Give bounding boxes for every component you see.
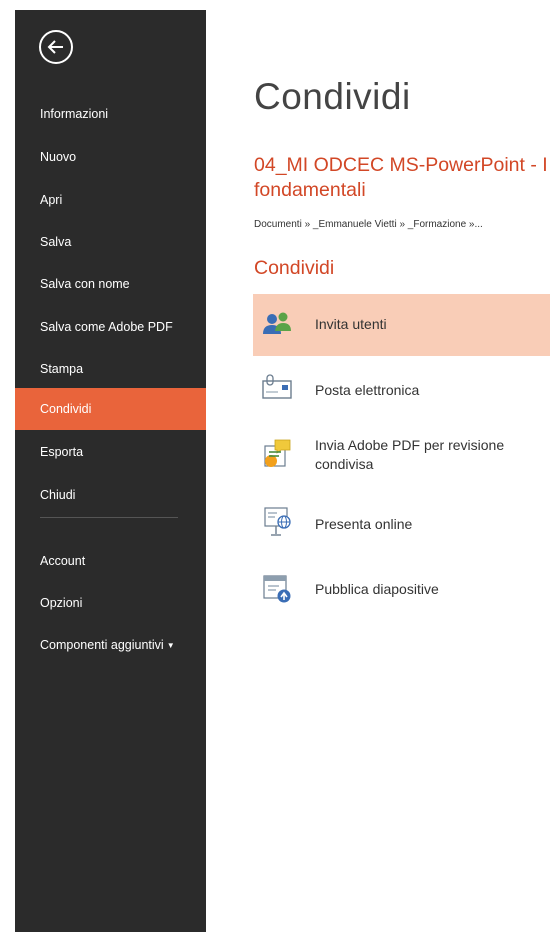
sidebar-item-salva[interactable]: Salva [15,221,206,263]
email-icon [262,374,292,399]
sidebar-item-salva-pdf[interactable]: Salva come Adobe PDF [15,306,206,348]
sidebar-item-nuovo[interactable]: Nuovo [15,136,206,178]
share-option-label: Invia Adobe PDF per revisione condivisa [315,437,505,472]
present-online-icon [264,507,291,536]
adobe-review-icon [264,439,291,467]
sidebar-item-condividi[interactable]: Condividi [15,388,206,430]
sidebar-item-informazioni[interactable]: Informazioni [15,93,206,135]
publish-slides-icon [263,575,291,603]
share-option-posta-elettronica[interactable]: Posta elettronica [253,358,550,420]
share-option-presenta-online[interactable]: Presenta online [253,492,550,554]
document-title: 04_MI ODCEC MS-PowerPoint - I fondamenta… [254,154,548,201]
sidebar-item-label: Componenti aggiuntivi [40,638,164,652]
share-option-pubblica-diapositive[interactable]: Pubblica diapositive [253,558,550,620]
share-option-label: Pubblica diapositive [315,581,439,597]
share-option-invita-utenti[interactable]: Invita utenti [253,294,550,356]
sidebar-item-apri[interactable]: Apri [15,179,206,221]
document-path[interactable]: Documenti » _Emmanuele Vietti » _Formazi… [254,219,483,230]
sidebar-divider [40,517,178,518]
caret-down-icon: ▼ [166,640,175,650]
back-arrow-icon[interactable] [39,30,73,64]
section-title: Condividi [254,257,335,279]
backstage-sidebar: Informazioni Nuovo Apri Salva Salva con … [15,10,206,932]
page-title: Condividi [254,76,411,117]
sidebar-item-account[interactable]: Account [15,540,206,582]
sidebar-item-componenti-aggiuntivi[interactable]: Componenti aggiuntivi ▼ [15,624,206,666]
people-icon [263,312,291,334]
share-option-adobe-review[interactable]: Invia Adobe PDF per revisione condivisa [253,428,550,490]
sidebar-item-salva-con-nome[interactable]: Salva con nome [15,263,206,305]
main-panel: Condividi 04_MI ODCEC MS-PowerPoint - I … [206,0,550,942]
sidebar-item-opzioni[interactable]: Opzioni [15,582,206,624]
sidebar-item-chiudi[interactable]: Chiudi [15,474,206,516]
sidebar-item-esporta[interactable]: Esporta [15,431,206,473]
sidebar-item-stampa[interactable]: Stampa [15,348,206,390]
share-option-label: Invita utenti [315,316,387,332]
share-option-label: Posta elettronica [315,382,420,398]
share-option-label: Presenta online [315,516,413,532]
